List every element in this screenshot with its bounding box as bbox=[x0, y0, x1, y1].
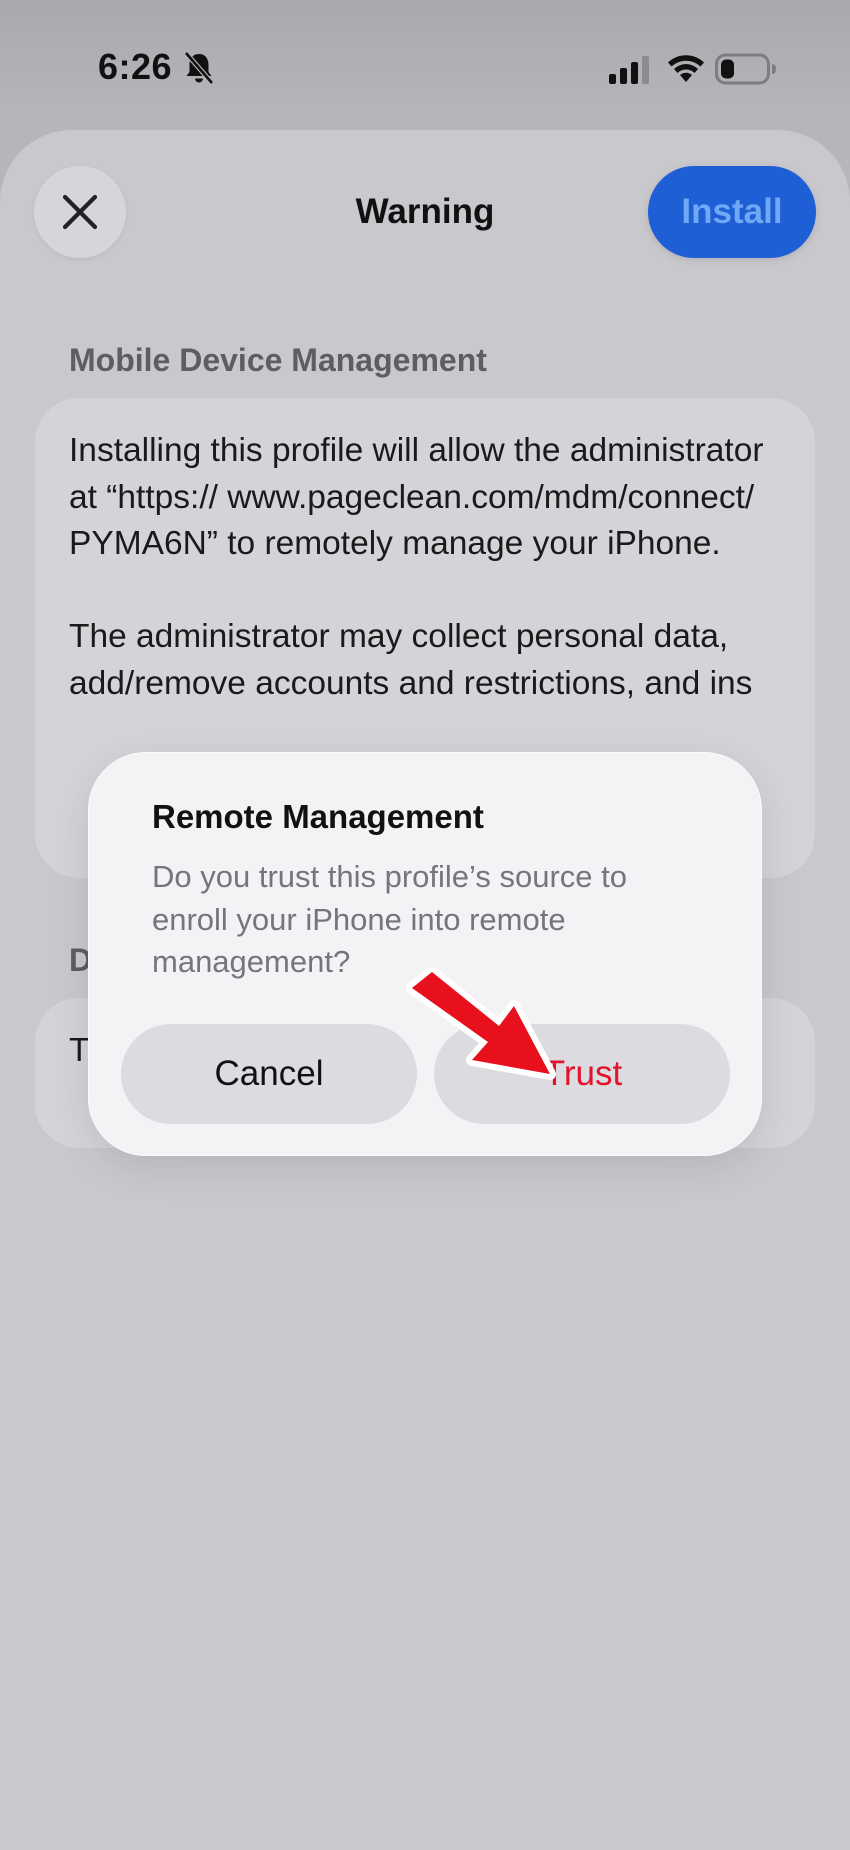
screen: 6:26 Warning Install Mobile Device Manag… bbox=[0, 0, 850, 1850]
trust-button[interactable]: Trust bbox=[434, 1024, 730, 1124]
mdm-description-paragraph-2: The administrator may collect personal d… bbox=[69, 614, 781, 707]
cancel-button-label: Cancel bbox=[214, 1054, 324, 1093]
battery-icon bbox=[715, 53, 776, 85]
alert-message: Do you trust this profile’s source to en… bbox=[152, 859, 627, 979]
wifi-icon bbox=[668, 55, 704, 82]
remote-management-alert: Remote Management Do you trust this prof… bbox=[88, 752, 762, 1156]
mdm-description-paragraph-1: Installing this profile will allow the a… bbox=[69, 432, 764, 562]
status-time: 6:26 bbox=[98, 46, 173, 87]
status-bar: 6:26 bbox=[0, 0, 850, 130]
silent-bell-icon bbox=[184, 51, 214, 85]
mdm-description-paragraph-2-text: The administrator may collect personal d… bbox=[69, 618, 753, 702]
mdm-section-header: Mobile Device Management bbox=[69, 342, 487, 378]
second-section-text: T bbox=[69, 1032, 90, 1069]
alert-title: Remote Management bbox=[152, 798, 484, 835]
install-button[interactable]: Install bbox=[648, 166, 816, 258]
trust-button-label: Trust bbox=[543, 1054, 623, 1093]
cellular-signal-icon bbox=[609, 56, 649, 84]
cancel-button[interactable]: Cancel bbox=[121, 1024, 417, 1124]
